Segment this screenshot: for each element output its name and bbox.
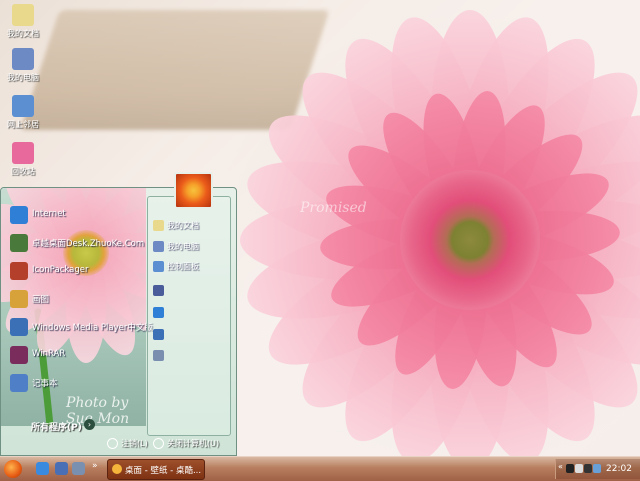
menu-item-label: IconPackager [32, 265, 89, 275]
right-item-help[interactable] [153, 307, 167, 321]
all-programs-button[interactable]: 所有程序(P) [31, 420, 82, 433]
menu-item-paint[interactable]: 画图 [1, 287, 146, 311]
browser-window-icon [112, 464, 122, 474]
wallpaper-flower-center [400, 170, 540, 310]
wallpaper-watermark: Promised [300, 200, 367, 216]
right-item-run[interactable] [153, 350, 167, 364]
menu-item-label: 卓越桌面Desk.ZhuoKe.Com [32, 239, 145, 249]
logoff-icon [107, 438, 118, 449]
start-orb-icon[interactable] [4, 460, 22, 478]
menu-item-label: WinRAR [32, 349, 66, 359]
desktop-icon-label: 回收站 [11, 167, 35, 176]
media-player-icon [10, 318, 28, 336]
control-panel-icon [153, 261, 164, 272]
desktop-icon-my-computer[interactable]: 我的电脑 [0, 48, 46, 83]
search-icon [153, 329, 164, 340]
menu-item-internet[interactable]: Internet [1, 203, 146, 227]
logoff-button[interactable]: 注销(L) [107, 438, 148, 449]
chevron-right-icon[interactable]: › [84, 419, 95, 430]
shutdown-label: 关闭计算机(U) [167, 439, 220, 448]
menu-item-label: 记事本 [32, 379, 58, 389]
tray-expand-button[interactable]: « [558, 462, 563, 471]
documents-folder-icon [12, 4, 34, 26]
menu-item-notepad[interactable]: 记事本 [1, 371, 146, 395]
right-item-label: 控制面板 [167, 262, 199, 271]
wallpaper-wood [20, 10, 330, 130]
start-menu-pinned-list: Internet 卓越桌面Desk.ZhuoKe.Com IconPackage… [1, 203, 153, 399]
tray-app-icon-1[interactable] [566, 464, 574, 473]
internet-explorer-icon [10, 206, 28, 224]
desktop-quicklaunch-icon[interactable] [72, 462, 85, 475]
desktop-icon-network[interactable]: 网上邻居 [0, 95, 46, 130]
quicklaunch-more-button[interactable]: » [92, 461, 98, 471]
taskbar-window-button[interactable]: 桌面 - 壁纸 - 桌酷... [107, 459, 205, 480]
desktop-icon-my-documents[interactable]: 我的文档 [0, 4, 46, 39]
my-computer-icon [153, 241, 164, 252]
winrar-icon [10, 346, 28, 364]
right-item-label: 我的电脑 [167, 242, 199, 251]
run-icon [153, 350, 164, 361]
tray-volume-icon[interactable] [593, 464, 601, 473]
right-item-control-panel[interactable]: 控制面板 [153, 261, 199, 275]
system-tray: « 22:02 [555, 459, 640, 479]
taskbar-window-label: 桌面 - 壁纸 - 桌酷... [125, 466, 202, 476]
desktop-icon-label: 我的文档 [7, 29, 39, 38]
menu-item-label: Internet [32, 209, 66, 219]
media-quicklaunch-icon[interactable] [55, 462, 68, 475]
taskbar: » 桌面 - 壁纸 - 桌酷... « 22:02 [0, 456, 640, 481]
taskbar-clock[interactable]: 22:02 [606, 464, 632, 474]
help-icon [153, 307, 164, 318]
desktop-icon-recycle-bin[interactable]: 回收站 [0, 142, 46, 177]
menu-item-label: Windows Media Player中文版 [32, 323, 153, 333]
computer-icon [12, 48, 34, 70]
right-item-label: 我的文档 [167, 221, 199, 230]
paint-icon [10, 290, 28, 308]
user-avatar[interactable] [174, 172, 213, 209]
menu-item-media-player[interactable]: Windows Media Player中文版 [1, 315, 153, 339]
printer-icon [153, 285, 164, 296]
right-item-my-documents[interactable]: 我的文档 [153, 220, 199, 234]
recycle-bin-icon [12, 142, 34, 164]
ie-quicklaunch-icon[interactable] [36, 462, 49, 475]
my-documents-icon [153, 220, 164, 231]
zhuoke-desk-icon [10, 234, 28, 252]
right-item-search[interactable] [153, 329, 167, 343]
network-icon [12, 95, 34, 117]
tray-app-icon-2[interactable] [575, 464, 583, 473]
notepad-icon [10, 374, 28, 392]
desktop-icon-label: 网上邻居 [7, 120, 39, 129]
desktop-icon-label: 我的电脑 [7, 73, 39, 82]
shutdown-button[interactable]: 关闭计算机(U) [153, 438, 219, 449]
menu-item-zhuoke[interactable]: 卓越桌面Desk.ZhuoKe.Com [1, 231, 146, 255]
menu-item-label: 画图 [32, 295, 50, 305]
tray-app-icon-3[interactable] [584, 464, 592, 473]
right-item-my-computer[interactable]: 我的电脑 [153, 241, 199, 255]
start-menu-right-panel: 我的文档 我的电脑 控制面板 [147, 196, 231, 436]
right-item-printers[interactable] [153, 285, 167, 299]
menu-item-iconpackager[interactable]: IconPackager [1, 259, 146, 283]
start-menu: Photo by Sue Mon Internet 卓越桌面Desk.ZhuoK… [0, 187, 237, 456]
iconpackager-icon [10, 262, 28, 280]
menu-item-winrar[interactable]: WinRAR [1, 343, 146, 367]
power-icon [153, 438, 164, 449]
logoff-label: 注销(L) [121, 439, 148, 448]
start-menu-footer: 注销(L) 关闭计算机(U) [1, 434, 236, 455]
